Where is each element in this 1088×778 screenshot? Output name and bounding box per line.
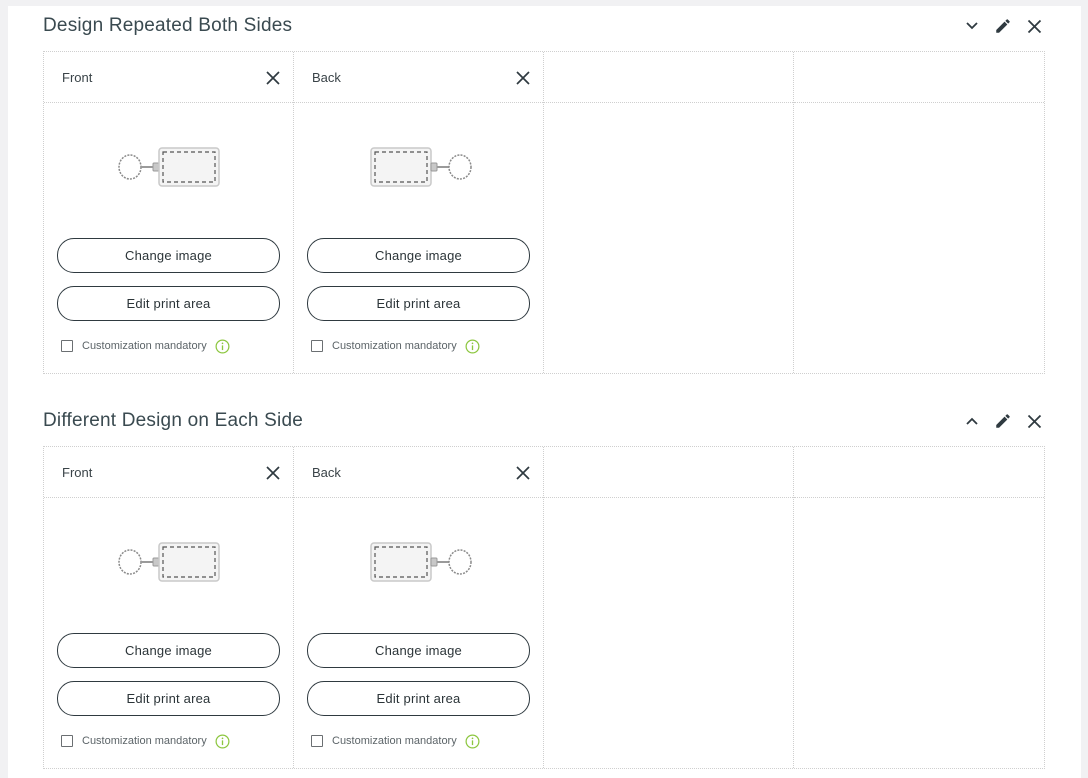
keychain-thumbnail [370, 147, 472, 187]
customization-mandatory-checkbox[interactable] [311, 735, 323, 747]
chevron-down-icon[interactable] [961, 15, 983, 37]
close-icon[interactable] [1023, 410, 1045, 432]
edit-pencil-icon[interactable] [992, 15, 1014, 37]
section-title: Different Design on Each Side [43, 410, 303, 431]
empty-slot-header [544, 447, 793, 498]
empty-slot-header [794, 447, 1044, 498]
side-card-header: Back [294, 447, 543, 498]
keychain-thumbnail [118, 542, 220, 582]
change-image-button[interactable]: Change image [307, 633, 530, 668]
empty-slot-header [544, 52, 793, 103]
section-actions [952, 15, 1045, 37]
section-actions [952, 410, 1045, 432]
side-card-front: Front Change image Edit print area Custo… [44, 52, 294, 373]
section-title: Design Repeated Both Sides [43, 15, 293, 36]
info-icon[interactable] [215, 339, 230, 354]
info-icon[interactable] [465, 339, 480, 354]
customization-mandatory-row: Customization mandatory [311, 733, 480, 749]
sides-grid: Front Change image Edit print area Custo… [43, 446, 1045, 769]
empty-slot-header [794, 52, 1044, 103]
edit-print-area-button[interactable]: Edit print area [307, 286, 530, 321]
side-card-front: Front Change image Edit print area Custo… [44, 447, 294, 768]
customization-mandatory-checkbox[interactable] [61, 340, 73, 352]
edit-print-area-button[interactable]: Edit print area [57, 681, 280, 716]
product-sides-panel: Design Repeated Both Sides Front Change … [8, 6, 1081, 778]
remove-side-close-icon[interactable] [514, 69, 531, 86]
empty-side-slot [544, 447, 794, 768]
close-icon[interactable] [1023, 15, 1045, 37]
side-card-header: Front [44, 447, 293, 498]
customization-mandatory-row: Customization mandatory [311, 338, 480, 354]
remove-side-close-icon[interactable] [264, 69, 281, 86]
edit-print-area-button[interactable]: Edit print area [57, 286, 280, 321]
side-label: Front [62, 465, 93, 480]
customization-mandatory-row: Customization mandatory [61, 338, 230, 354]
edit-print-area-button[interactable]: Edit print area [307, 681, 530, 716]
info-icon[interactable] [215, 734, 230, 749]
side-card-header: Front [44, 52, 293, 103]
change-image-button[interactable]: Change image [57, 633, 280, 668]
side-label: Back [312, 465, 341, 480]
sides-grid: Front Change image Edit print area Custo… [43, 51, 1045, 374]
change-image-button[interactable]: Change image [307, 238, 530, 273]
remove-side-close-icon[interactable] [514, 464, 531, 481]
empty-side-slot [794, 447, 1044, 768]
keychain-thumbnail [370, 542, 472, 582]
edit-pencil-icon[interactable] [992, 410, 1014, 432]
customization-mandatory-row: Customization mandatory [61, 733, 230, 749]
side-card-header: Back [294, 52, 543, 103]
chevron-up-icon[interactable] [961, 410, 983, 432]
customization-mandatory-label: Customization mandatory [332, 340, 457, 352]
remove-side-close-icon[interactable] [264, 464, 281, 481]
side-card-back: Back Change image Edit print area Custom… [294, 447, 544, 768]
customization-mandatory-checkbox[interactable] [311, 340, 323, 352]
side-card-back: Back Change image Edit print area Custom… [294, 52, 544, 373]
customization-mandatory-checkbox[interactable] [61, 735, 73, 747]
keychain-thumbnail [118, 147, 220, 187]
side-label: Front [62, 70, 93, 85]
info-icon[interactable] [465, 734, 480, 749]
side-label: Back [312, 70, 341, 85]
empty-side-slot [544, 52, 794, 373]
change-image-button[interactable]: Change image [57, 238, 280, 273]
empty-side-slot [794, 52, 1044, 373]
customization-mandatory-label: Customization mandatory [82, 340, 207, 352]
customization-mandatory-label: Customization mandatory [332, 735, 457, 747]
customization-mandatory-label: Customization mandatory [82, 735, 207, 747]
